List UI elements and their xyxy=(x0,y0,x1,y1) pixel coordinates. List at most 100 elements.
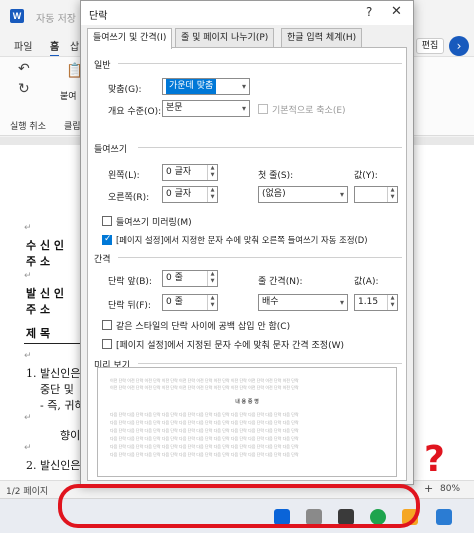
paste-label: 붙여 xyxy=(60,92,77,102)
preview-line: 이전 단락 이전 단락 이전 단락 이전 단락 이전 단락 이전 단락 이전 단… xyxy=(110,378,299,383)
notepad-icon[interactable] xyxy=(436,509,452,525)
section-indentation: 들여쓰기 xyxy=(94,145,128,155)
alignment-select[interactable]: 가운데 맞춤 ▾ xyxy=(162,78,250,95)
section-divider xyxy=(138,363,402,364)
chevron-down-icon: ▾ xyxy=(339,190,344,199)
clipboard-group-label: 클립 xyxy=(64,122,81,132)
snap-to-grid-checkbox[interactable] xyxy=(102,339,112,349)
doc-line: 수 신 인 xyxy=(26,239,65,252)
spinner-icon[interactable]: ▲ ▼ xyxy=(207,165,217,180)
ribbon-tab-home[interactable]: 홈 xyxy=(50,38,60,57)
doc-line: 1. 발신인은 xyxy=(26,367,81,380)
doc-line: 주 소 xyxy=(26,255,51,268)
tab-line-page-breaks[interactable]: 줄 및 페이지 나누기(P) xyxy=(175,28,275,48)
preview-line: 다음 단락 다음 단락 다음 단락 다음 단락 다음 단락 다음 단락 다음 단… xyxy=(110,436,299,441)
preview-line: 다음 단락 다음 단락 다음 단락 다음 단락 다음 단락 다음 단락 다음 단… xyxy=(110,428,299,433)
dont-add-space-label: 같은 스타일의 단락 사이에 공백 삽입 안 함(C) xyxy=(116,322,291,332)
zoom-level[interactable]: 80% xyxy=(440,484,460,494)
paragraph-mark-icon: ↵ xyxy=(24,413,32,423)
mirror-indents-checkbox[interactable] xyxy=(102,216,112,226)
paragraph-mark-icon: ↵ xyxy=(24,223,32,233)
doc-line: 주 소 xyxy=(26,303,51,316)
spinner-icon[interactable]: ▲ ▼ xyxy=(387,187,397,202)
preview-line: 다음 단락 다음 단락 다음 단락 다음 단락 다음 단락 다음 단락 다음 단… xyxy=(110,420,299,425)
doc-line: 발 신 인 xyxy=(26,287,65,300)
copilot-icon[interactable]: › xyxy=(449,36,469,56)
line-spacing-at-input[interactable]: 1.15 ▲ ▼ xyxy=(354,294,398,311)
zoom-in-icon[interactable]: + xyxy=(424,482,433,495)
alignment-label: 맞춤(G): xyxy=(108,85,142,95)
dont-add-space-checkbox[interactable] xyxy=(102,320,112,330)
editing-mode-button[interactable]: 편집 xyxy=(416,38,444,54)
auto-adjust-indent-label: [페이지 설정]에서 지정한 문자 수에 맞춰 오른쪽 들여쓰기 자동 조정(D… xyxy=(116,235,368,245)
ribbon-tab-insert[interactable]: 삽 xyxy=(70,38,79,53)
preview-line: 다음 단락 다음 단락 다음 단락 다음 단락 다음 단락 다음 단락 다음 단… xyxy=(110,452,299,457)
doc-line: - 즉, 귀하 xyxy=(40,399,85,412)
doc-line: 중단 및 xyxy=(40,383,74,396)
section-divider xyxy=(138,147,402,148)
spacing-after-input[interactable]: 0 줄 ▲ ▼ xyxy=(162,294,218,311)
preview-line: 다음 단락 다음 단락 다음 단락 다음 단락 다음 단락 다음 단락 다음 단… xyxy=(110,412,299,417)
tab-asian-typography[interactable]: 한글 입력 체계(H) xyxy=(281,28,363,48)
chevron-down-icon: ▾ xyxy=(241,104,246,113)
undo-icon[interactable]: ↶ xyxy=(18,61,30,77)
chevron-down-icon: ▾ xyxy=(339,298,344,307)
red-annotation-question-mark: ? xyxy=(424,439,445,480)
close-icon[interactable]: ✕ xyxy=(391,4,402,19)
redo-icon[interactable]: ↻ xyxy=(18,81,30,97)
preview-title: 내 용 증 명 xyxy=(235,399,259,405)
page-count: 1/2 페이지 xyxy=(6,487,49,497)
spinner-icon[interactable]: ▲ ▼ xyxy=(207,295,217,310)
spacing-before-label: 단락 앞(B): xyxy=(108,277,152,287)
section-divider xyxy=(118,257,402,258)
collapsed-by-default-label: 기본적으로 축소(E) xyxy=(272,106,346,116)
undo-group-label: 실행 취소 xyxy=(10,122,46,132)
paragraph-dialog: 단락 ? ✕ 들여쓰기 및 간격(I) 줄 및 페이지 나누기(P) 한글 입력… xyxy=(80,0,414,485)
red-annotation-outline xyxy=(58,484,420,528)
section-divider xyxy=(118,63,402,64)
outline-level-select[interactable]: 본문 ▾ xyxy=(162,100,250,117)
indent-left-label: 왼쪽(L): xyxy=(108,171,140,181)
outline-level-label: 개요 수준(O): xyxy=(108,107,162,117)
doc-line: 제 목 xyxy=(26,327,51,340)
indent-right-label: 오른쪽(R): xyxy=(108,193,150,203)
paragraph-mark-icon: ↵ xyxy=(24,443,32,453)
auto-adjust-indent-checkbox[interactable] xyxy=(102,234,112,245)
preview-line: 다음 단락 다음 단락 다음 단락 다음 단락 다음 단락 다음 단락 다음 단… xyxy=(110,444,299,449)
divider-line xyxy=(24,343,84,344)
dialog-title: 단락 xyxy=(89,11,108,22)
paragraph-mark-icon: ↵ xyxy=(24,351,32,361)
section-spacing: 간격 xyxy=(94,255,111,265)
line-spacing-at-label: 값(A): xyxy=(354,277,379,287)
paragraph-mark-icon: ↵ xyxy=(24,271,32,281)
preview-line: 이전 단락 이전 단락 이전 단락 이전 단락 이전 단락 이전 단락 이전 단… xyxy=(110,385,299,390)
snap-to-grid-label: [페이지 설정]에서 지정된 문자 수에 맞춰 문자 간격 조정(W) xyxy=(116,341,344,351)
indent-right-input[interactable]: 0 글자 ▲ ▼ xyxy=(162,186,218,203)
first-line-label: 첫 줄(S): xyxy=(258,171,294,181)
help-icon[interactable]: ? xyxy=(366,5,372,19)
doc-line: 2. 발신인은 xyxy=(26,459,81,472)
indent-by-input[interactable]: ▲ ▼ xyxy=(354,186,398,203)
line-spacing-label: 줄 간격(N): xyxy=(258,277,303,287)
indent-by-label: 값(Y): xyxy=(354,171,378,181)
ribbon-tab-file[interactable]: 파일 xyxy=(14,38,32,53)
spacing-before-input[interactable]: 0 줄 ▲ ▼ xyxy=(162,270,218,287)
doc-line: 향이 xyxy=(60,429,81,442)
dialog-tabs: 들여쓰기 및 간격(I) 줄 및 페이지 나누기(P) 한글 입력 체계(H) xyxy=(87,28,407,49)
spinner-icon[interactable]: ▲ ▼ xyxy=(207,271,217,286)
spinner-icon[interactable]: ▲ ▼ xyxy=(207,187,217,202)
chevron-down-icon: ▾ xyxy=(241,82,246,91)
indent-left-input[interactable]: 0 글자 ▲ ▼ xyxy=(162,164,218,181)
word-app-icon: W xyxy=(10,9,24,23)
line-spacing-select[interactable]: 배수 ▾ xyxy=(258,294,348,311)
preview-box: 이전 단락 이전 단락 이전 단락 이전 단락 이전 단락 이전 단락 이전 단… xyxy=(97,367,397,477)
dialog-titlebar: 단락 ? ✕ xyxy=(81,1,413,25)
mirror-indents-label: 들여쓰기 미러링(M) xyxy=(116,218,192,228)
collapsed-by-default-checkbox[interactable] xyxy=(258,104,268,114)
spinner-icon[interactable]: ▲ ▼ xyxy=(387,295,397,310)
spacing-after-label: 단락 뒤(F): xyxy=(108,301,151,311)
first-line-select[interactable]: (없음) ▾ xyxy=(258,186,348,203)
tab-indents-spacing[interactable]: 들여쓰기 및 간격(I) xyxy=(87,28,173,49)
autosave-label: 자동 저장 xyxy=(36,14,76,25)
section-general: 일반 xyxy=(94,61,111,71)
